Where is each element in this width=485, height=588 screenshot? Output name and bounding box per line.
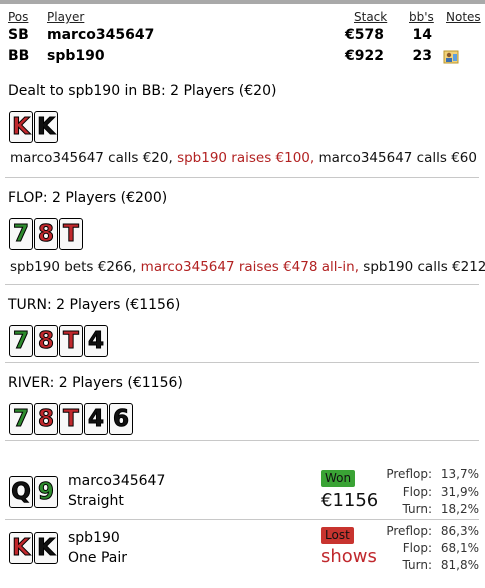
playing-card: K — [34, 532, 58, 564]
odds-label: Preflop: — [386, 524, 432, 538]
raise-action: spb190 raises €100, — [177, 150, 319, 166]
playing-card: 8 — [34, 218, 58, 250]
playing-card: T — [59, 218, 83, 250]
playing-card: K — [9, 532, 33, 564]
divider — [5, 362, 479, 363]
player-name[interactable]: spb190 — [47, 48, 105, 64]
lost-badge: Lost — [321, 527, 354, 544]
odds-value: 31,9% — [440, 485, 479, 499]
playing-card: 9 — [34, 476, 58, 508]
divider — [5, 440, 479, 441]
odds-value: 18,2% — [440, 502, 479, 516]
playing-card: 8 — [34, 403, 58, 435]
divider — [5, 284, 479, 285]
player-pos: SB — [8, 27, 29, 43]
preflop-title: Dealt to spb190 in BB: 2 Players (€20) — [8, 83, 277, 99]
odds-label: Preflop: — [386, 467, 432, 481]
turn-cards: 78T4 — [9, 325, 108, 357]
odds-value: 13,7% — [440, 467, 479, 481]
playing-card: 8 — [34, 325, 58, 357]
playing-card: 6 — [109, 403, 133, 435]
odds-label: Turn: — [402, 502, 432, 516]
odds-label: Turn: — [402, 558, 432, 572]
playing-card: 7 — [9, 325, 33, 357]
odds-label: Flop: — [402, 485, 432, 499]
preflop-cards: KK — [9, 111, 58, 143]
turn-title: TURN: 2 Players (€1156) — [8, 297, 181, 313]
playing-card: Q — [9, 476, 33, 508]
odds-value: 81,8% — [440, 558, 479, 572]
action-text: marco345647 calls €20, — [10, 150, 178, 166]
player-stack: €578 — [345, 27, 384, 43]
playing-card: 4 — [84, 403, 108, 435]
playing-card: 7 — [9, 218, 33, 250]
showdown-player-name[interactable]: marco345647 — [68, 473, 165, 489]
header-player[interactable]: Player — [47, 10, 84, 24]
odds-value: 86,3% — [440, 524, 479, 538]
header-stack[interactable]: Stack — [354, 10, 387, 24]
showdown-cards: Q9 — [9, 476, 58, 508]
player-bbs: 23 — [412, 48, 432, 64]
playing-card: K — [9, 111, 33, 143]
player-note-icon[interactable] — [443, 50, 459, 64]
showdown-hand: Straight — [68, 493, 124, 509]
flop-cards: 78T — [9, 218, 83, 250]
playing-card: 4 — [84, 325, 108, 357]
odds-label: Flop: — [402, 541, 432, 555]
showdown-player-name[interactable]: spb190 — [68, 530, 120, 546]
action-text: spb190 calls €212 — [363, 259, 485, 275]
player-stack: €922 — [345, 48, 384, 64]
won-badge: Won — [321, 470, 356, 487]
flop-actions: spb190 bets €266, marco345647 raises €47… — [10, 259, 485, 275]
playing-card: 7 — [9, 403, 33, 435]
action-text: spb190 bets €266, — [10, 259, 141, 275]
player-name[interactable]: marco345647 — [47, 27, 154, 43]
river-title: RIVER: 2 Players (€1156) — [8, 375, 183, 391]
divider — [5, 177, 479, 178]
odds-value: 68,1% — [440, 541, 479, 555]
player-pos: BB — [8, 48, 30, 64]
player-bbs: 14 — [412, 27, 432, 43]
top-border — [0, 0, 485, 4]
header-bbs[interactable]: bb's — [409, 10, 434, 24]
raise-action: marco345647 raises €478 all-in, — [140, 259, 364, 275]
playing-card: K — [34, 111, 58, 143]
showdown-hand: One Pair — [68, 550, 127, 566]
river-cards: 78T46 — [9, 403, 133, 435]
playing-card: T — [59, 325, 83, 357]
header-pos[interactable]: Pos — [8, 10, 28, 24]
flop-title: FLOP: 2 Players (€200) — [8, 190, 168, 206]
header-notes[interactable]: Notes — [446, 10, 481, 24]
action-text: marco345647 calls €60 — [318, 150, 477, 166]
preflop-actions: marco345647 calls €20, spb190 raises €10… — [10, 150, 477, 166]
playing-card: T — [59, 403, 83, 435]
showdown-cards: KK — [9, 532, 58, 564]
divider — [5, 519, 479, 520]
